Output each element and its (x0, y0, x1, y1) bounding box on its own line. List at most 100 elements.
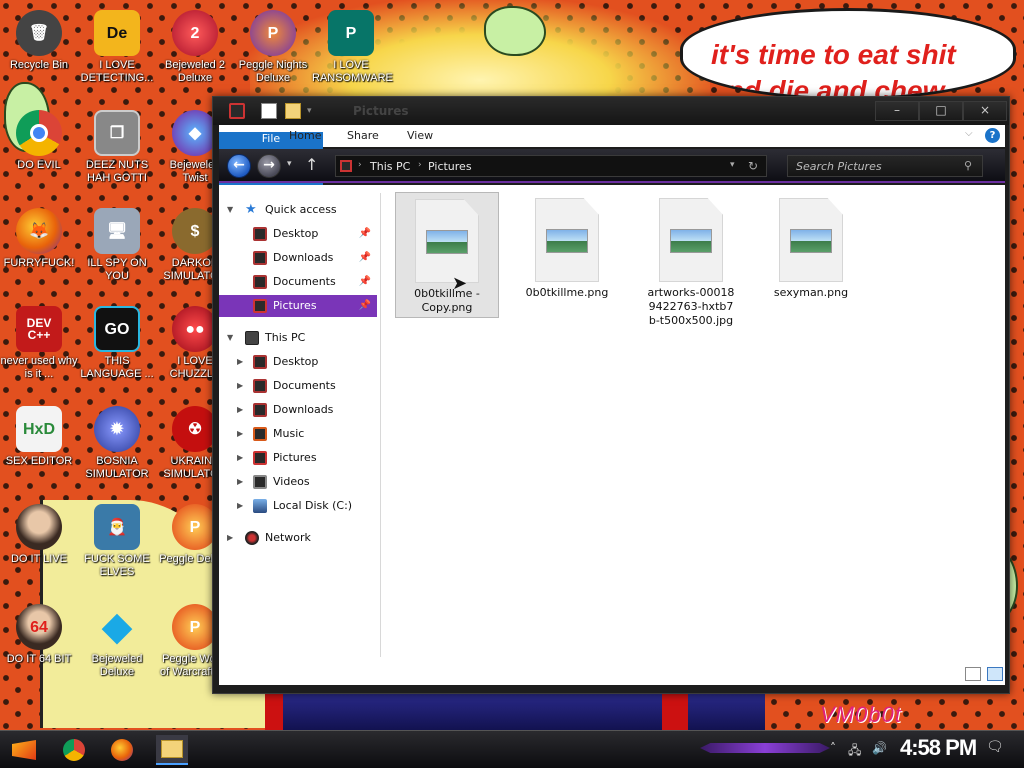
nav-pc-documents[interactable]: ▶ Documents (219, 375, 377, 397)
expand-arrow-icon[interactable]: ▶ (237, 423, 247, 445)
taskbar-file-explorer[interactable] (156, 735, 188, 765)
volume-icon[interactable]: 🔊 (872, 741, 887, 755)
clock[interactable]: 4:58 PM (900, 735, 977, 761)
nav-label: Pictures (273, 451, 317, 464)
expand-arrow-icon[interactable]: ▶ (237, 399, 247, 421)
pane-divider[interactable] (380, 193, 381, 657)
pin-icon[interactable]: 📌 (359, 223, 371, 245)
image-file-icon (779, 198, 843, 282)
expand-arrow-icon[interactable]: ▶ (237, 375, 247, 397)
maximize-button[interactable]: □ (919, 101, 963, 121)
nav-quick-downloads[interactable]: Downloads 📌 (219, 247, 377, 269)
pin-icon[interactable]: 📌 (359, 271, 371, 293)
desktop-icon-deez-nuts[interactable]: ❐ DEEZ NUTS HAH GOTTI (78, 110, 156, 185)
forward-button[interactable]: → (257, 154, 281, 178)
desktop-icon-peggle-nights[interactable]: P Peggle Nights Deluxe (234, 10, 312, 85)
desktop-icon-do-it-64[interactable]: 64 DO IT 64 BIT (0, 604, 78, 666)
tab-home[interactable]: Home (275, 125, 335, 147)
show-hidden-icons-icon[interactable]: ˄ (830, 741, 836, 755)
desktop-icon-devcpp[interactable]: DEV C++ never used why is it ... (0, 306, 78, 381)
tab-share[interactable]: Share (333, 125, 393, 147)
start-button[interactable] (8, 735, 40, 765)
expand-arrow-icon[interactable]: ▶ (237, 447, 247, 469)
nav-quick-pictures[interactable]: Pictures 📌 (219, 295, 377, 317)
nav-pc-local-disk[interactable]: ▶ Local Disk (C:) (219, 495, 377, 517)
address-bar[interactable]: › This PC › Pictures ▾ ↻ (335, 155, 767, 177)
details-view-button[interactable] (965, 667, 981, 681)
new-folder-icon[interactable] (285, 103, 301, 119)
desktop-icon-do-evil[interactable]: DO EVIL (0, 110, 78, 172)
taskbar-firefox[interactable] (106, 735, 138, 765)
desktop-icon-ransomware[interactable]: P I LOVE RANSOMWARE (312, 10, 393, 85)
expand-arrow-icon[interactable]: ▶ (237, 351, 247, 373)
expand-arrow-icon[interactable]: ▶ (237, 471, 247, 493)
desktop-icon-label: FUCK SOME ELVES (84, 553, 150, 578)
desktop-icon-furryfuck[interactable]: 🦊 FURRYFUCK! (0, 208, 78, 270)
nav-network[interactable]: ▶ Network (219, 527, 377, 549)
minimize-button[interactable]: – (875, 101, 919, 121)
expand-arrow-icon[interactable]: ▶ (237, 495, 247, 517)
image-file-icon (659, 198, 723, 282)
up-arrow-icon[interactable]: ↑ (305, 155, 318, 174)
recent-locations-icon[interactable]: ▾ (287, 159, 292, 169)
expand-arrow-icon[interactable]: ▶ (227, 527, 237, 549)
file-list[interactable]: 0b0tkillme - Copy.png ➤ 0b0tkillme.png a… (389, 185, 999, 661)
nav-pc-videos[interactable]: ▶ Videos (219, 471, 377, 493)
pin-icon[interactable]: 📌 (359, 295, 371, 317)
title-bar[interactable]: ▾ Pictures – □ × (213, 97, 1009, 125)
help-icon[interactable]: ? (985, 128, 1000, 143)
back-button[interactable]: ← (227, 154, 251, 178)
desktop-icon-label: DO IT LIVE (10, 553, 68, 565)
nav-label: Network (265, 531, 311, 544)
explorer-window[interactable]: ▾ Pictures – □ × File Home Share View ⌵ … (212, 96, 1010, 694)
desktop-icon-sex-editor[interactable]: HxD SEX EDITOR (0, 406, 78, 468)
nav-quick-documents[interactable]: Documents 📌 (219, 271, 377, 293)
notifications-icon[interactable]: 🗨 (986, 739, 1004, 755)
tab-view[interactable]: View (393, 125, 447, 147)
close-button[interactable]: × (963, 101, 1007, 121)
network-icon[interactable]: 🖧 (848, 741, 861, 762)
search-box[interactable]: ⚲ (787, 155, 983, 177)
nav-pc-downloads[interactable]: ▶ Downloads (219, 399, 377, 421)
desktop-icon-bejeweled-2[interactable]: 2 Bejeweled 2 Deluxe (156, 10, 234, 85)
desktop-icon-bejeweled-deluxe[interactable]: ◆ Bejeweled Deluxe (78, 604, 156, 679)
desktop-icon-detecting[interactable]: De I LOVE DETECTING... (78, 10, 156, 85)
status-bar (219, 663, 1005, 685)
desktop-icon-golang[interactable]: GO THIS LANGUAGE ... (78, 306, 156, 381)
file-item[interactable]: artworks-000189422763-hxtb7b-t500x500.jp… (637, 192, 745, 327)
file-item[interactable]: 0b0tkillme - Copy.png ➤ (395, 192, 499, 318)
chevron-down-icon[interactable]: ▾ (307, 103, 323, 119)
breadcrumb-this-pc[interactable]: This PC (370, 160, 410, 173)
bejeweled-2-icon: 2 (172, 10, 218, 56)
desktop-icon-elves[interactable]: 🎅 FUCK SOME ELVES (78, 504, 156, 579)
desktop-icon-bosnia[interactable]: ✹ BOSNIA SIMULATOR (78, 406, 156, 481)
desktop-icon-do-it-live[interactable]: DO IT LIVE (0, 504, 78, 566)
navigation-pane[interactable]: ▼ ★ Quick access Desktop 📌 Downloads 📌 D… (219, 185, 379, 661)
desktop-icon-spy[interactable]: 🖥 ILL SPY ON YOU (78, 208, 156, 283)
nav-pc-pictures[interactable]: ▶ Pictures (219, 447, 377, 469)
file-item[interactable]: sexyman.png (759, 192, 863, 318)
breadcrumb-pictures[interactable]: Pictures (428, 160, 472, 173)
expand-ribbon-icon[interactable]: ⌵ (965, 128, 973, 139)
nav-quick-access[interactable]: ▼ ★ Quick access (219, 199, 377, 221)
address-dropdown-icon[interactable]: ▾ (730, 160, 735, 170)
large-icons-view-button[interactable] (987, 667, 1003, 681)
ribbon-tabs: File Home Share View ⌵ ? (219, 125, 1005, 258)
collapse-arrow-icon[interactable]: ▼ (227, 199, 237, 221)
taskbar-chrome[interactable] (58, 735, 90, 765)
collapse-arrow-icon[interactable]: ▼ (227, 327, 237, 349)
file-item[interactable]: 0b0tkillme.png (515, 192, 619, 318)
desktop-icon-recycle-bin[interactable]: 🗑 Recycle Bin (0, 10, 78, 72)
nav-quick-desktop[interactable]: Desktop 📌 (219, 223, 377, 245)
nav-pc-music[interactable]: ▶ Music (219, 423, 377, 445)
nav-pc-desktop[interactable]: ▶ Desktop (219, 351, 377, 373)
wallpaper-signature: VM0b0t (820, 702, 902, 727)
pin-icon[interactable]: 📌 (359, 247, 371, 269)
search-input[interactable] (788, 156, 958, 176)
properties-icon[interactable] (261, 103, 277, 119)
network-spy-icon: 🖥 (94, 208, 140, 254)
drive-icon (253, 499, 267, 513)
nav-this-pc[interactable]: ▼ This PC (219, 327, 377, 349)
refresh-icon[interactable]: ↻ (748, 159, 758, 173)
nav-label: Pictures (273, 299, 317, 312)
